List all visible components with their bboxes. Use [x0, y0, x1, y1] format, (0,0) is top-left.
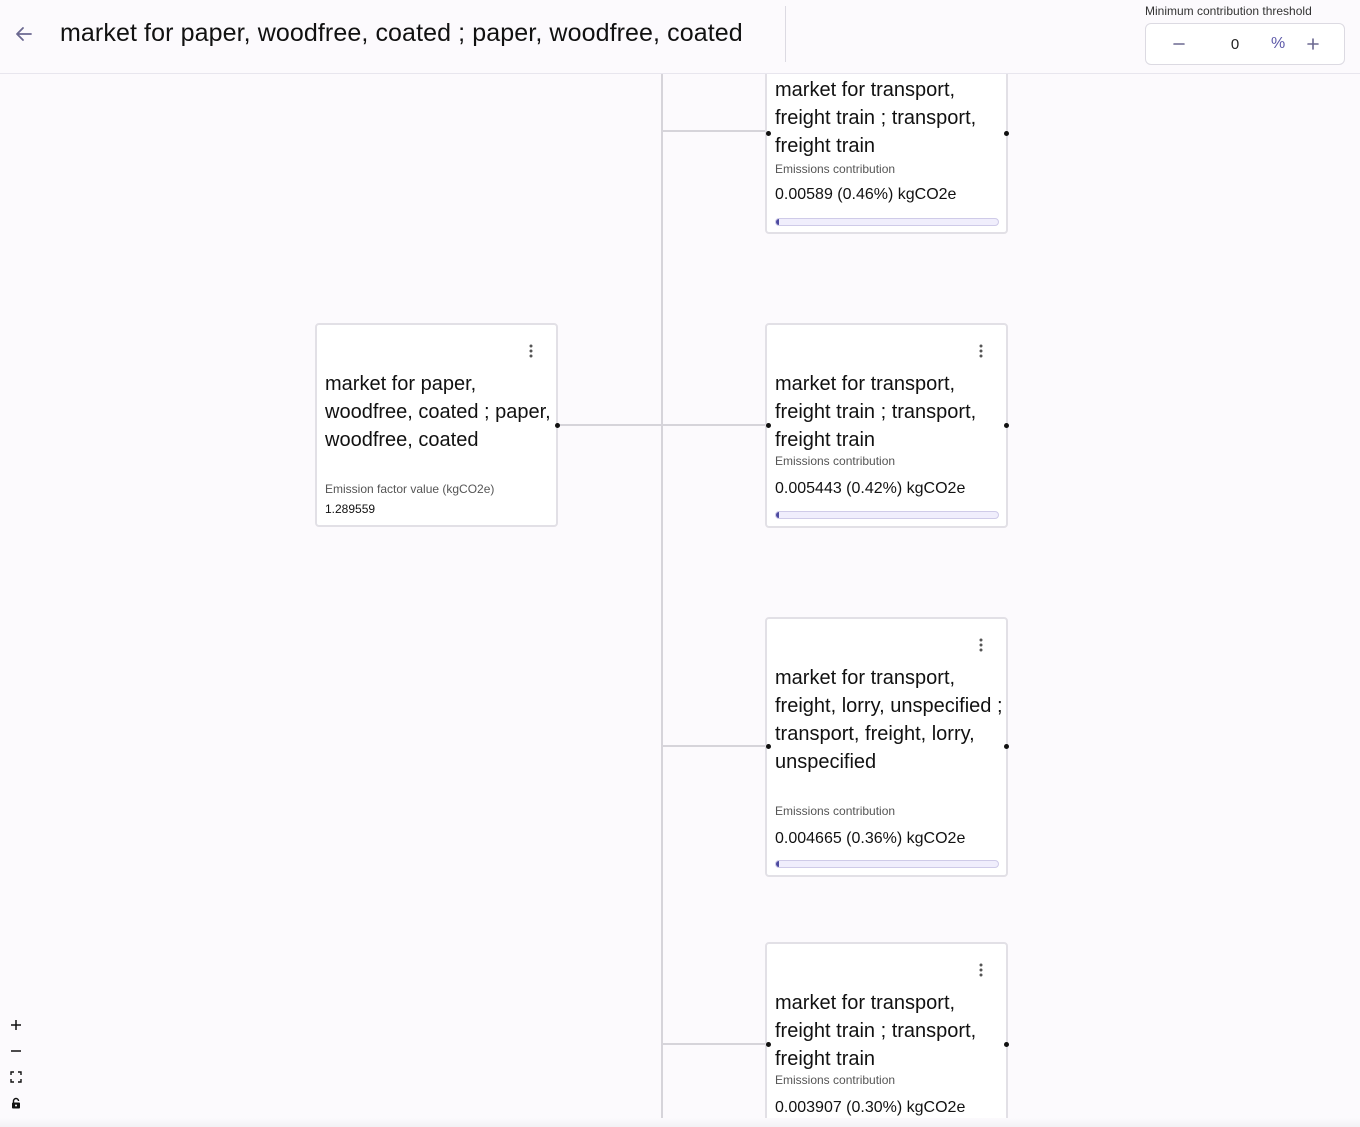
source-handle[interactable] — [555, 423, 560, 428]
fit-view-button[interactable] — [3, 1064, 29, 1090]
node-title: market for paper, woodfree, coated ; pap… — [325, 373, 551, 451]
source-handle[interactable] — [1004, 744, 1009, 749]
node-sub-label: Emissions contribution — [775, 162, 896, 176]
threshold-label: Minimum contribution threshold — [1145, 4, 1312, 18]
more-vertical-icon — [979, 638, 983, 652]
node-sub-label: Emissions contribution — [775, 454, 896, 468]
more-vertical-icon — [979, 963, 983, 977]
node-value: 1.289559 — [325, 502, 376, 516]
target-handle[interactable] — [766, 423, 771, 428]
more-vertical-icon — [529, 344, 533, 358]
contribution-bar-fill — [776, 512, 779, 518]
node-value: 0.005443 (0.42%) kgCO2e — [775, 480, 966, 497]
node-menu-button[interactable] — [974, 960, 988, 980]
page-title: market for paper, woodfree, coated ; pap… — [60, 19, 743, 47]
contribution-bar — [775, 218, 999, 226]
flow-canvas[interactable]: market for paper, woodfree, coated ; pap… — [0, 29, 1360, 1127]
top-bar: market for paper, woodfree, coated ; pap… — [0, 0, 1360, 74]
node-title: market for transport, freight train ; tr… — [775, 373, 977, 451]
target-handle[interactable] — [766, 131, 771, 136]
source-handle[interactable] — [1004, 131, 1009, 136]
target-handle[interactable] — [766, 1042, 771, 1047]
child-node-2[interactable]: market for transport, freight train ; tr… — [765, 323, 1009, 528]
back-button[interactable] — [10, 20, 38, 48]
fit-view-icon — [10, 1071, 22, 1083]
minus-icon — [1173, 43, 1185, 45]
lock-button[interactable] — [3, 1090, 29, 1116]
node-title: market for transport, freight train ; tr… — [775, 992, 977, 1070]
child-node-3[interactable]: market for transport, freight, lorry, un… — [765, 617, 1009, 877]
child-node-4[interactable]: market for transport, freight train ; tr… — [765, 942, 1009, 1127]
arrow-left-icon — [16, 27, 32, 41]
node-value: 0.00589 (0.46%) kgCO2e — [775, 186, 957, 203]
source-handle[interactable] — [1004, 423, 1009, 428]
target-handle[interactable] — [766, 744, 771, 749]
zoom-in-button[interactable] — [3, 1012, 29, 1038]
zoom-out-icon — [11, 1050, 21, 1052]
more-vertical-icon — [979, 344, 983, 358]
node-sub-label: Emissions contribution — [775, 1073, 896, 1087]
threshold-unit: % — [1271, 35, 1286, 52]
node-value: 0.004665 (0.36%) kgCO2e — [775, 830, 966, 847]
threshold-stepper: % — [1145, 23, 1345, 65]
root-node[interactable]: market for paper, woodfree, coated ; pap… — [315, 323, 560, 527]
contribution-bar — [775, 511, 999, 519]
decrease-threshold-button[interactable] — [1167, 32, 1191, 56]
zoom-out-button[interactable] — [3, 1038, 29, 1064]
contribution-bar-fill — [776, 219, 779, 225]
zoom-in-icon — [11, 1020, 21, 1030]
header-divider — [785, 6, 786, 62]
contribution-bar — [775, 860, 999, 868]
source-handle[interactable] — [1004, 1042, 1009, 1047]
lock-icon — [12, 1097, 20, 1109]
node-title: market for transport, freight train ; tr… — [775, 79, 977, 157]
plus-icon — [1307, 38, 1319, 50]
zoom-controls — [3, 1012, 29, 1116]
node-sub-label: Emission factor value (kgCO2e) — [325, 482, 495, 496]
contribution-bar-fill — [776, 861, 779, 867]
node-sub-label: Emissions contribution — [775, 804, 896, 818]
node-menu-button[interactable] — [974, 635, 988, 655]
increase-threshold-button[interactable] — [1301, 32, 1325, 56]
node-menu-button[interactable] — [524, 341, 538, 361]
bottom-edge — [0, 1118, 1360, 1127]
node-value: 0.003907 (0.30%) kgCO2e — [775, 1099, 966, 1116]
edges — [557, 74, 767, 1127]
node-title: market for transport, freight, lorry, un… — [775, 667, 1003, 773]
threshold-input[interactable] — [1204, 32, 1266, 56]
node-menu-button[interactable] — [974, 341, 988, 361]
